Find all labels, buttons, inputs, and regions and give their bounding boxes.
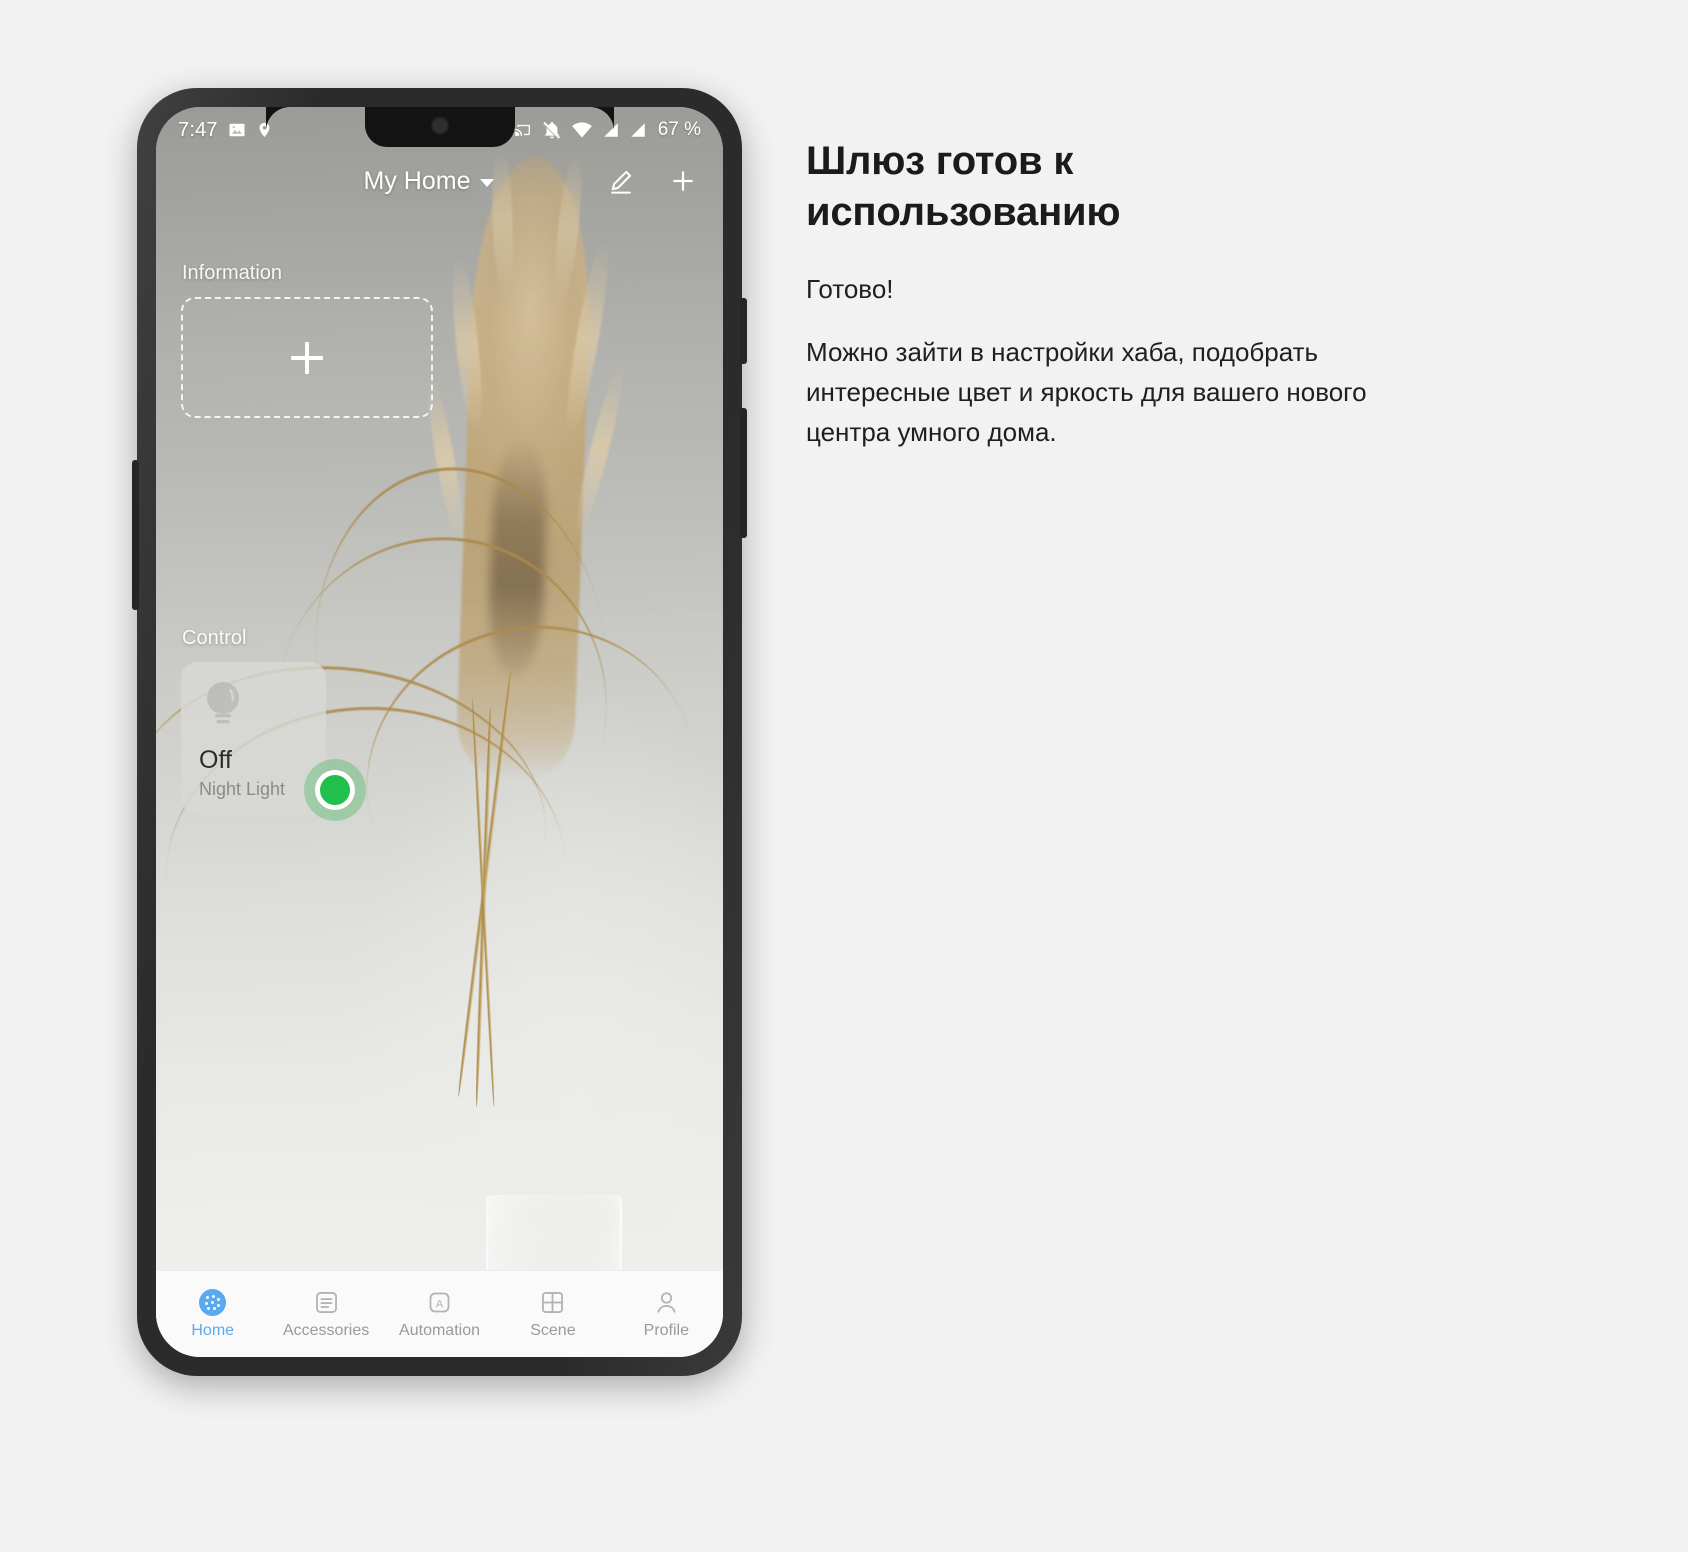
notch-corner-right xyxy=(589,107,614,131)
bottom-navigation: Home Accessories A Automation Scene Prof… xyxy=(156,1270,723,1357)
add-information-card-placeholder[interactable] xyxy=(181,297,433,418)
power-button[interactable] xyxy=(740,298,747,364)
home-dots-icon xyxy=(199,1288,227,1316)
phone-notch xyxy=(364,107,515,147)
front-camera xyxy=(430,116,449,135)
person-icon xyxy=(653,1289,680,1316)
section-label-information: Information xyxy=(182,262,283,284)
light-bulb-icon xyxy=(199,678,326,732)
page-title: Шлюз готов к использованию xyxy=(806,139,1121,235)
image-icon xyxy=(227,120,247,140)
nav-item-profile[interactable]: Profile xyxy=(610,1289,723,1340)
lead-text: Готово! xyxy=(806,274,894,305)
nav-item-automation[interactable]: A Automation xyxy=(383,1289,496,1340)
pencil-icon[interactable] xyxy=(607,167,635,195)
screen-cast-icon xyxy=(512,121,533,139)
nav-label-home: Home xyxy=(191,1321,235,1339)
app-header: My Home xyxy=(156,153,723,209)
nav-label-scene: Scene xyxy=(530,1321,576,1339)
phone-mockup: 7:47 67 % My Home Information Control Of… xyxy=(132,88,747,1376)
automation-a-icon: A xyxy=(426,1289,453,1316)
nav-item-accessories[interactable]: Accessories xyxy=(269,1289,382,1340)
list-icon xyxy=(313,1289,340,1316)
chevron-down-icon xyxy=(480,178,495,187)
home-title: My Home xyxy=(363,166,471,195)
section-label-control: Control xyxy=(182,627,247,649)
home-selector[interactable]: My Home xyxy=(364,167,495,196)
body-text: Можно зайти в настройки хаба, подобрать … xyxy=(806,337,1367,447)
nav-label-profile: Profile xyxy=(643,1321,689,1339)
nav-label-automation: Automation xyxy=(399,1321,480,1339)
battery-percentage: 67 % xyxy=(657,119,701,140)
nav-item-home[interactable]: Home xyxy=(156,1288,269,1340)
notch-corner-left xyxy=(265,107,290,131)
grid-icon xyxy=(539,1289,566,1316)
svg-text:A: A xyxy=(436,1298,444,1310)
assistant-button[interactable] xyxy=(132,460,139,610)
text-panel: Шлюз готов к использованию Готово! Можно… xyxy=(806,136,1506,452)
nav-item-scene[interactable]: Scene xyxy=(496,1289,609,1340)
plus-icon xyxy=(291,341,323,374)
volume-button[interactable] xyxy=(740,408,747,538)
nav-label-accessories: Accessories xyxy=(282,1321,370,1339)
plus-icon[interactable] xyxy=(669,167,697,195)
signal-icon xyxy=(629,121,647,139)
status-bar-clock: 7:47 xyxy=(178,118,218,141)
tap-indicator xyxy=(304,759,366,821)
notifications-muted-icon xyxy=(542,120,562,140)
device-state: Off xyxy=(199,746,232,774)
phone-screen: 7:47 67 % My Home Information Control Of… xyxy=(156,107,723,1357)
